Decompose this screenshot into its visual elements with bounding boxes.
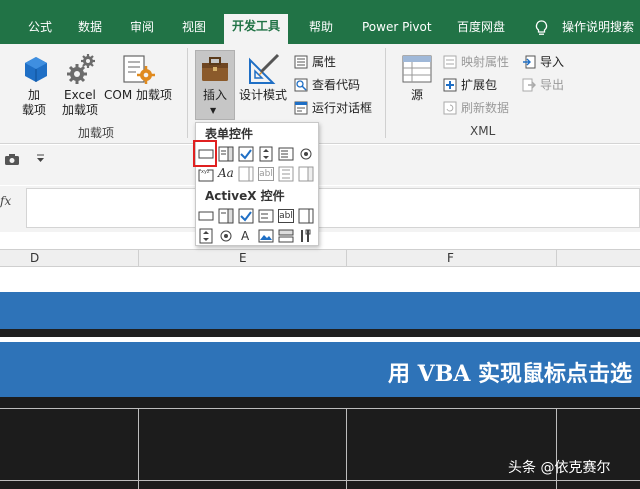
form-scroll-bar-icon[interactable] [238,166,254,182]
activex-spin-button-icon[interactable] [198,228,214,244]
activex-combo-box-icon[interactable] [218,208,234,224]
customize-toolbar-icon[interactable] [36,154,45,163]
watermark: 头条 @依克赛尔 [508,460,611,476]
dark-divider [0,329,640,337]
camera-icon[interactable] [4,153,20,166]
view-code-icon [294,78,308,92]
group-divider [187,48,188,138]
tell-me-search[interactable]: 操作说明搜索 [562,20,634,34]
view-code-button[interactable]: 查看代码 [294,76,360,94]
expansion-packs-button[interactable]: 扩展包 [443,76,497,94]
ribbon-tab-bar: 公式 数据 审阅 视图 开发工具 帮助 Power Pivot 百度网盘 操作说… [0,0,640,44]
activex-controls-heading: ActiveX 控件 [205,189,285,203]
formula-input[interactable] [26,188,640,228]
run-dialog-button[interactable]: 运行对话框 [294,99,372,117]
map-properties-icon [443,55,457,69]
grid-line [0,480,640,481]
toolbox-icon [202,57,228,81]
activex-image-icon[interactable] [258,228,274,244]
sheet-cells-row[interactable] [0,268,640,292]
form-spin-button-icon[interactable] [258,146,274,162]
com-addins-icon[interactable] [122,52,156,86]
svg-text:xyz: xyz [201,169,210,175]
activex-scroll-bar-icon[interactable] [298,208,314,224]
banner-title: 用 VBA 实现鼠标点击选 [388,361,633,387]
formula-bar: fx [0,186,640,232]
excel-addins-label-1: Excel [64,88,96,102]
form-option-button-icon[interactable] [298,146,314,162]
fx-icon[interactable]: fx [0,194,11,208]
map-properties-button[interactable]: 映射属性 [443,53,509,71]
import-button[interactable]: 导入 [522,53,564,71]
form-combo-list-edit-icon[interactable] [278,166,294,182]
design-mode-icon[interactable] [247,52,281,86]
export-icon [522,78,536,92]
run-dialog-icon [294,101,308,115]
tab-help[interactable]: 帮助 [309,20,333,34]
grid-line [0,408,640,409]
import-icon [523,55,536,69]
activex-checkbox-icon[interactable] [238,208,254,224]
refresh-icon [443,101,457,115]
run-dialog-label: 运行对话框 [312,101,373,115]
form-checkbox-icon[interactable] [238,146,254,162]
tab-formulas[interactable]: 公式 [28,20,52,34]
group-divider [385,48,386,138]
tab-view[interactable]: 视图 [182,20,206,34]
column-header-f[interactable]: F [447,251,454,265]
tab-data[interactable]: 数据 [78,20,102,34]
form-list-box-icon[interactable] [278,146,294,162]
view-code-label: 查看代码 [312,78,361,92]
design-mode-label: 设计模式 [239,88,288,102]
insert-label: 插入 [203,88,228,102]
properties-button[interactable]: 属性 [294,53,336,71]
expansion-packs-label: 扩展包 [461,78,498,92]
column-header-d[interactable]: D [30,251,39,265]
xml-group-label: XML [470,124,496,138]
addins-icon[interactable] [22,55,50,85]
grid-line [346,408,347,489]
insert-dropdown-arrow-icon: ▼ [210,106,217,115]
activex-command-button-icon[interactable] [198,208,214,224]
quick-access-bar [0,145,640,185]
form-combo-dropdown-edit-icon[interactable] [298,166,314,182]
activex-option-button-icon[interactable] [218,228,234,244]
form-group-box-icon[interactable]: xyz [198,166,214,182]
form-label-icon[interactable]: Aa [218,166,234,180]
activex-list-box-icon[interactable] [258,208,274,224]
excel-addins-gear-icon[interactable] [66,52,96,86]
blue-banner-strip [0,292,640,329]
properties-label: 属性 [312,55,337,69]
excel-addins-label-2: 加载项 [62,103,99,117]
form-combo-box-icon[interactable] [218,146,234,162]
addins-label-2: 载项 [22,103,47,117]
refresh-data-label: 刷新数据 [461,101,510,115]
activex-more-controls-icon[interactable] [298,228,314,244]
refresh-data-button[interactable]: 刷新数据 [443,99,509,117]
xml-source-label: 源 [411,88,424,102]
com-addins-label: COM 加载项 [104,88,172,102]
tab-developer[interactable]: 开发工具 [224,14,289,44]
export-label: 导出 [540,78,565,92]
grid-line [138,408,139,489]
import-label: 导入 [540,55,565,69]
properties-icon [294,55,308,69]
activex-toggle-button-icon[interactable] [278,228,294,244]
column-header-e[interactable]: E [239,251,247,265]
tab-power-pivot[interactable]: Power Pivot [362,20,432,34]
form-text-field-icon[interactable]: abl [258,167,274,181]
lightbulb-icon [535,20,548,35]
button-control-highlight [193,140,217,167]
tab-review[interactable]: 审阅 [130,20,154,34]
xml-source-icon[interactable] [402,55,432,83]
column-header-row: D E F [0,249,640,267]
addins-group-label: 加载项 [78,126,115,140]
map-properties-label: 映射属性 [461,55,510,69]
activex-label-icon[interactable]: A [241,229,249,243]
expansion-packs-icon [443,78,457,92]
activex-text-box-icon[interactable]: abl [278,209,294,223]
tab-baidu-disk[interactable]: 百度网盘 [457,20,505,34]
export-button[interactable]: 导出 [522,76,564,94]
addins-label-1: 加 [28,88,41,102]
